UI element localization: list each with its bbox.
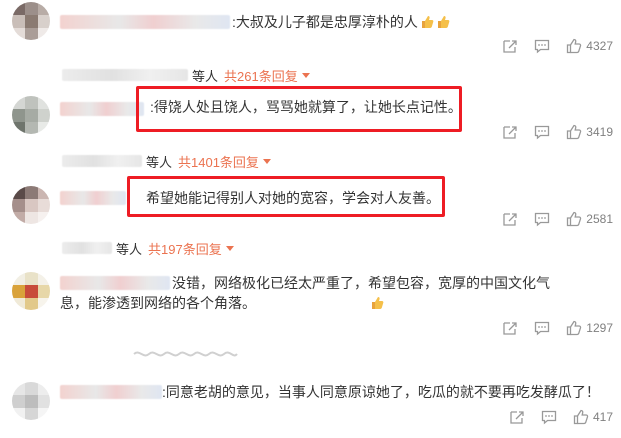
chevron-down-icon[interactable] xyxy=(225,245,234,251)
reply-count-link[interactable]: 共1401条回复 xyxy=(178,152,259,171)
like-count: 2581 xyxy=(586,212,613,226)
username-blurred[interactable] xyxy=(60,102,144,116)
share-icon[interactable] xyxy=(502,38,518,54)
highlight-box xyxy=(127,176,445,217)
chevron-down-icon[interactable] xyxy=(301,72,310,78)
highlight-box xyxy=(136,86,462,132)
like-count: 3419 xyxy=(586,125,613,139)
thumbs-up-icon[interactable] xyxy=(566,211,582,227)
comment-item: :同意老胡的意见，当事人同意原谅她了，吃瓜的就不要再吃发酵瓜了！ 417 xyxy=(0,368,621,438)
thumbs-up-emoji-icon xyxy=(436,14,450,29)
share-icon[interactable] xyxy=(502,124,518,140)
reply-who: 等人 xyxy=(192,68,219,84)
reply-who: 等人 xyxy=(116,241,143,257)
like-count: 4327 xyxy=(586,39,613,53)
comment-icon[interactable] xyxy=(534,320,550,336)
blurred-reply-preview xyxy=(132,345,242,361)
thumbs-up-icon[interactable] xyxy=(566,320,582,336)
share-icon[interactable] xyxy=(502,320,518,336)
comment-icon[interactable] xyxy=(541,409,557,425)
thumbs-up-emoji-icon xyxy=(258,295,384,310)
reply-summary[interactable]: 等人 共261条回复 xyxy=(62,66,310,84)
reply-count-link[interactable]: 共261条回复 xyxy=(224,66,298,85)
avatar[interactable] xyxy=(12,96,50,134)
comment-item: 没错，网络极化已经太严重了，希望包容，宽厚的中国文化气息，能渗透到网络的各个角落… xyxy=(0,264,621,354)
comment-icon[interactable] xyxy=(534,38,550,54)
thumbs-up-emoji-icon xyxy=(420,14,434,29)
comment-text: 没错，网络极化已经太严重了，希望包容，宽厚的中国文化气息，能渗透到网络的各个角落… xyxy=(60,275,550,311)
avatar[interactable] xyxy=(12,186,50,224)
reply-count-link[interactable]: 共197条回复 xyxy=(148,239,222,258)
chevron-down-icon[interactable] xyxy=(262,158,271,164)
thumbs-up-icon[interactable] xyxy=(566,124,582,140)
comment-actions: 3419 xyxy=(486,123,613,141)
username-blurred[interactable] xyxy=(60,191,126,205)
replier-names-blurred xyxy=(62,242,112,254)
comment-text: :同意老胡的意见，当事人同意原谅她了，吃瓜的就不要再吃发酵瓜了！ xyxy=(162,384,600,400)
comment-item: :大叔及儿子都是忠厚淳朴的人 4327 xyxy=(0,0,621,64)
reply-who: 等人 xyxy=(146,154,173,170)
share-icon[interactable] xyxy=(509,409,525,425)
reply-summary[interactable]: 等人 共1401条回复 xyxy=(62,152,271,170)
comment-text: :大叔及儿子都是忠厚淳朴的人 xyxy=(232,12,450,32)
comment-actions: 4327 xyxy=(486,37,613,55)
reply-summary[interactable]: 等人 共197条回复 xyxy=(62,239,234,257)
comment-actions: 2581 xyxy=(486,210,613,228)
replier-names-blurred xyxy=(62,155,142,167)
username-blurred[interactable] xyxy=(60,385,162,399)
comment-actions: 1297 xyxy=(486,319,613,337)
thumbs-up-icon[interactable] xyxy=(566,38,582,54)
replier-names-blurred xyxy=(62,69,188,81)
like-count: 417 xyxy=(592,410,613,424)
thumbs-up-icon[interactable] xyxy=(573,409,589,425)
like-count: 1297 xyxy=(586,321,613,335)
comment-icon[interactable] xyxy=(534,211,550,227)
avatar[interactable] xyxy=(12,2,50,40)
avatar[interactable] xyxy=(12,382,50,420)
comment-icon[interactable] xyxy=(534,124,550,140)
comment-actions: 417 xyxy=(493,408,613,426)
username-blurred[interactable] xyxy=(60,15,230,29)
share-icon[interactable] xyxy=(502,211,518,227)
avatar[interactable] xyxy=(12,272,50,310)
